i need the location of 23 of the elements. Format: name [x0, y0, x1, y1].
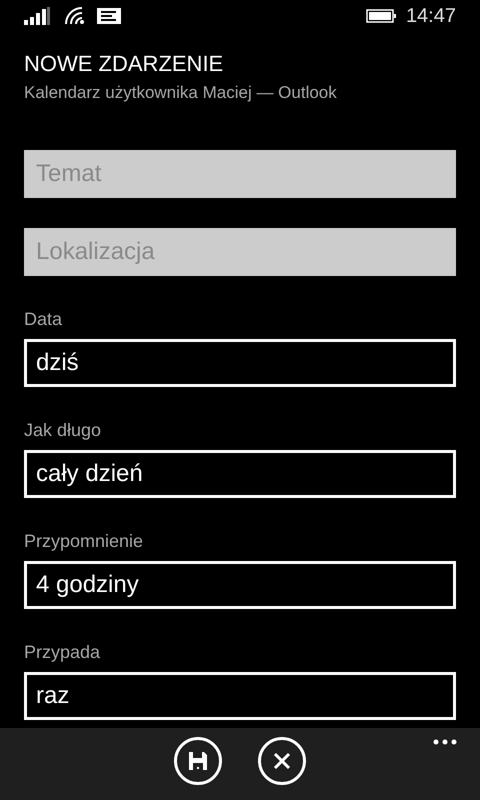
- picker-field[interactable]: 4 godziny: [24, 561, 456, 609]
- page-title: NOWE ZDARZENIE: [24, 50, 224, 78]
- cancel-button[interactable]: [258, 737, 306, 785]
- picker-field[interactable]: raz: [24, 672, 456, 720]
- page-subtitle: Kalendarz użytkownika Maciej — Outlook: [24, 82, 337, 104]
- signal-icon: [24, 7, 50, 25]
- more-button[interactable]: [432, 738, 458, 746]
- message-icon: [96, 7, 122, 25]
- save-button[interactable]: [174, 737, 222, 785]
- picker-field[interactable]: dziś: [24, 339, 456, 387]
- field-label: Jak długo: [24, 419, 102, 441]
- field-label: Data: [24, 308, 62, 330]
- close-icon: [273, 752, 291, 770]
- text-field[interactable]: Lokalizacja: [24, 228, 456, 276]
- text-field[interactable]: Temat: [24, 150, 456, 198]
- field-label: Przypada: [24, 641, 100, 663]
- battery-icon: [366, 9, 396, 23]
- save-icon: [188, 751, 208, 771]
- picker-field[interactable]: cały dzień: [24, 450, 456, 498]
- more-icon: [433, 739, 457, 745]
- wifi-icon: [64, 7, 86, 25]
- clock-time: 14:47: [406, 4, 456, 29]
- field-label: Przypomnienie: [24, 530, 144, 552]
